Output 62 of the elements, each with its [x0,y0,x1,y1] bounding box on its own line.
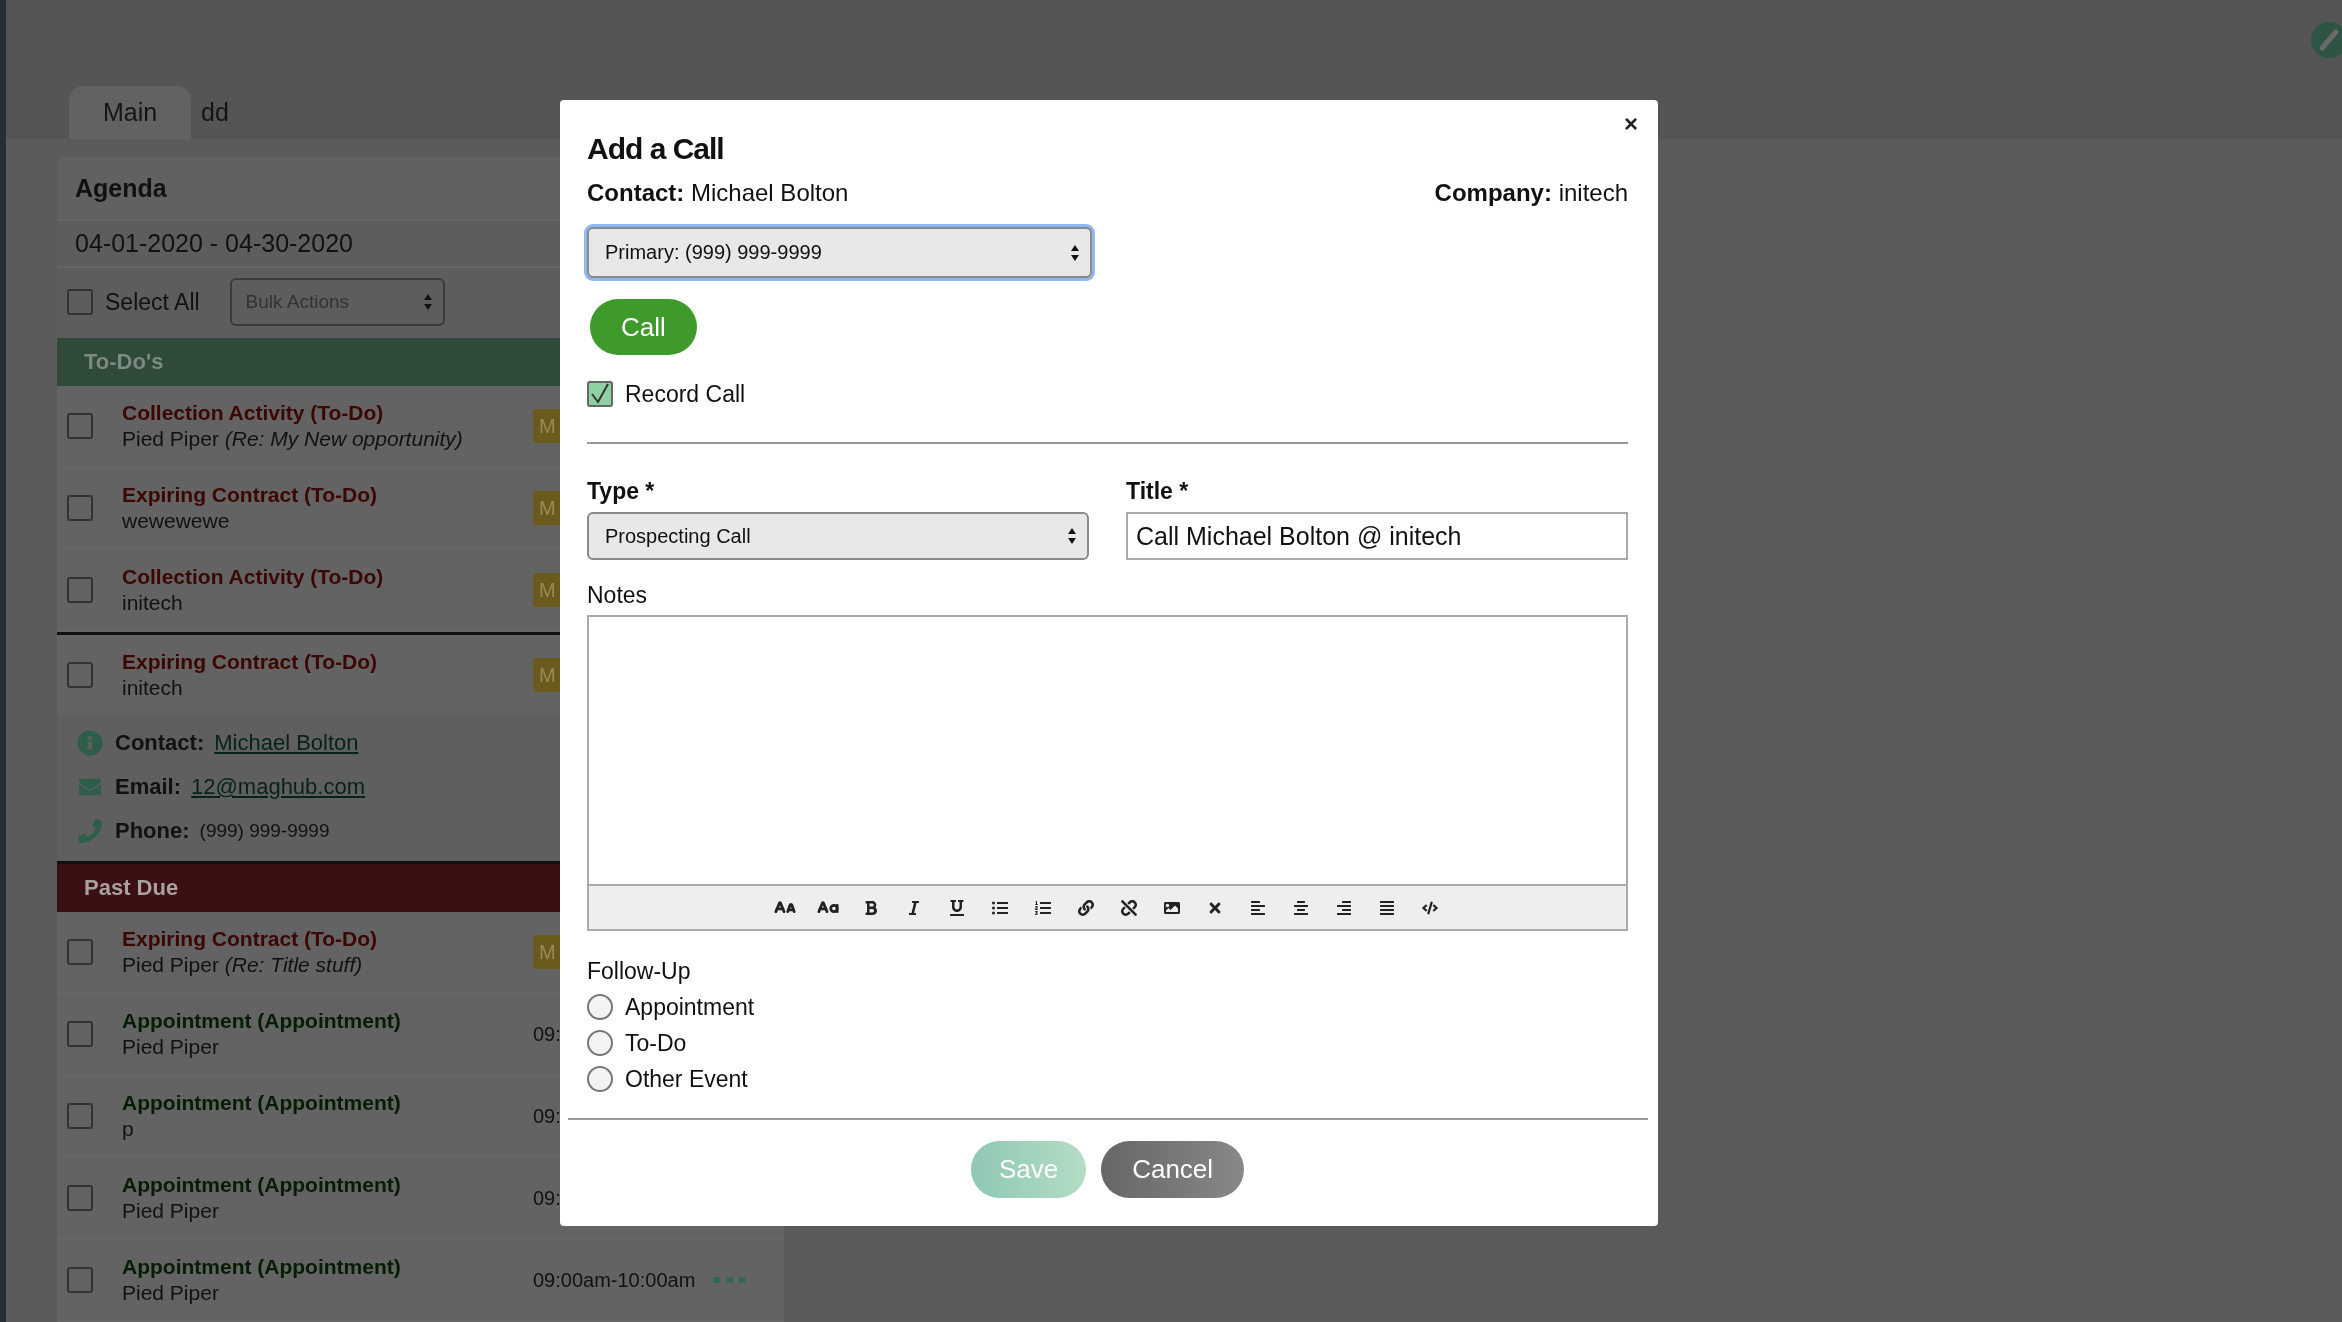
company-info: Company: initech [1434,178,1628,208]
item-title[interactable]: Appointment (Appointment) [122,1009,533,1033]
field-label: Title * [1126,477,1190,505]
radio-label[interactable]: To-Do [625,1029,687,1057]
select-arrows-icon [422,293,433,311]
select-arrows-icon [1070,243,1080,262]
item-title[interactable]: Appointment (Appointment) [122,1173,533,1197]
item-subtitle: p [122,1117,135,1141]
checkbox[interactable] [67,1267,93,1293]
checkbox-label[interactable]: Select All [105,288,200,316]
item-title[interactable]: Expiring Contract (To-Do) [122,650,533,674]
type-select[interactable]: Prospecting Call [587,512,1089,560]
item-title[interactable]: Appointment (Appointment) [122,1255,533,1279]
item-time: 09: [533,1186,561,1210]
phone-select[interactable]: Primary: (999) 999-9999 [587,227,1092,278]
item-time: 09: [533,1022,561,1046]
checkbox[interactable] [67,1185,93,1211]
agenda-row[interactable]: Appointment (Appointment) Pied Piper 09:00am-10:00am [57,1240,784,1322]
checkbox[interactable] [67,413,93,439]
detail-label: Phone: [115,818,190,844]
checkbox[interactable] [587,381,613,407]
item-title[interactable]: Collection Activity (To-Do) [122,565,533,589]
checkbox[interactable] [67,939,93,965]
detail-link[interactable]: Michael Bolton [214,730,359,756]
tab[interactable]: dd [201,86,249,139]
detail-label: Email: [115,774,182,800]
item-subtitle: Pied Piper (Re: Title stuff) [122,953,364,977]
radio-label[interactable]: Appointment [625,993,755,1021]
field-label: Follow-Up [587,957,692,985]
checkbox[interactable] [67,577,93,603]
item-time: 09: [533,1104,561,1128]
select-arrows-icon [1067,527,1077,545]
detail-label: Contact: [115,730,205,756]
radio-button[interactable] [587,1066,613,1092]
checkbox[interactable] [67,1021,93,1047]
item-time: 09:00am-10:00am [533,1268,696,1292]
item-title[interactable]: Expiring Contract (To-Do) [122,927,533,951]
item-subtitle: initech [122,676,184,700]
tab[interactable]: Main [69,86,191,139]
detail-value: (999) 999-9999 [199,820,330,842]
item-title[interactable]: Expiring Contract (To-Do) [122,483,533,507]
checkbox[interactable] [67,495,93,521]
item-subtitle: initech [122,591,184,615]
item-title[interactable]: Appointment (Appointment) [122,1091,533,1115]
radio-button[interactable] [587,994,613,1020]
item-subtitle: Pied Piper [122,1035,220,1059]
cancel-button[interactable]: Cancel [1101,1141,1245,1198]
checkbox[interactable] [67,289,93,315]
item-subtitle: wewewewe [122,509,231,533]
radio-button[interactable] [587,1030,613,1056]
item-subtitle: Pied Piper [122,1281,220,1305]
close-button[interactable]: × [1620,108,1642,140]
detail-link[interactable]: 12@maghub.com [191,774,365,800]
checkbox[interactable] [67,662,93,688]
item-subtitle: Pied Piper [122,1199,220,1223]
title-field[interactable]: Call Michael Bolton @ initech [1126,512,1628,560]
item-subtitle: Pied Piper (Re: My New opportunity) [122,427,464,451]
item-title[interactable]: Collection Activity (To-Do) [122,401,533,425]
checkbox[interactable] [67,1103,93,1129]
field-label: Type * [587,477,656,505]
call-button[interactable]: Call [590,299,697,355]
field-label: Notes [587,581,649,609]
